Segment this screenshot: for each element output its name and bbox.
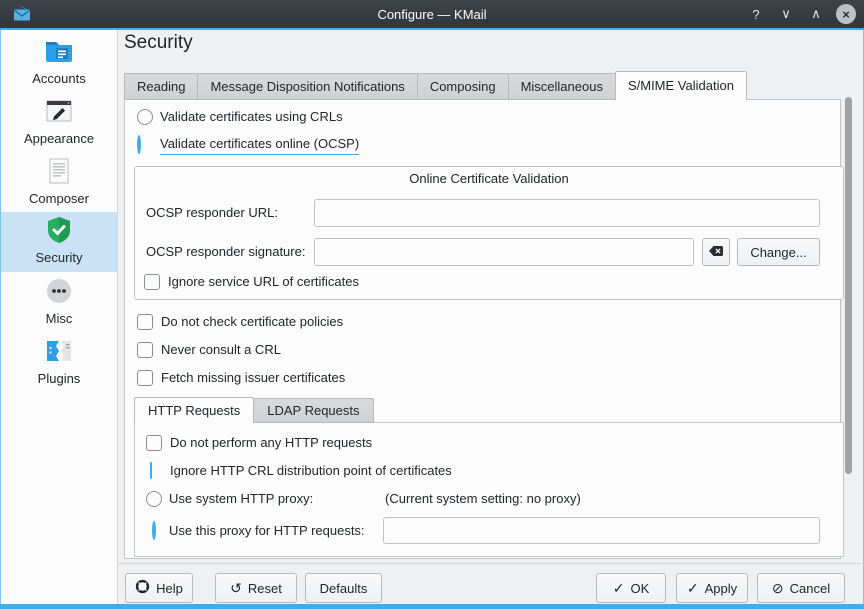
group-title: Online Certificate Validation (134, 171, 844, 187)
checkmark-icon: ✓ (613, 581, 625, 595)
defaults-button[interactable]: Defaults (305, 573, 382, 603)
ocsp-signature-label: OCSP responder signature: (146, 244, 305, 260)
check-policies-label[interactable]: Do not check certificate policies (161, 314, 343, 330)
tab-smime-validation[interactable]: S/MIME Validation (615, 71, 747, 100)
cancel-button-label: Cancel (790, 581, 830, 596)
footer-separator (118, 563, 864, 564)
validate-ocsp-radio[interactable] (137, 135, 141, 154)
composer-document-icon (43, 155, 75, 187)
fetch-issuer-checkbox[interactable] (137, 370, 153, 386)
no-http-requests-label[interactable]: Do not perform any HTTP requests (170, 435, 372, 451)
sidebar-item-accounts[interactable]: Accounts (1, 33, 117, 91)
appearance-icon (43, 95, 75, 127)
window-accent-border-bottom (0, 604, 864, 609)
reset-button-label: Reset (248, 581, 282, 596)
tab-reading[interactable]: Reading (124, 73, 198, 100)
requests-tabbar: HTTP Requests LDAP Requests (134, 397, 373, 423)
maximize-icon[interactable]: ∧ (806, 4, 826, 24)
ocsp-url-label: OCSP responder URL: (146, 205, 278, 221)
titlebar[interactable]: Configure — KMail ? ∨ ∧ × (0, 0, 864, 28)
misc-ellipsis-icon (43, 275, 75, 307)
cancel-circle-slash-icon: ⊘ (772, 581, 784, 595)
ocsp-url-input[interactable] (314, 199, 820, 227)
ignore-http-crl-dp-label[interactable]: Ignore HTTP CRL distribution point of ce… (170, 463, 452, 479)
apply-button-label: Apply (705, 581, 738, 596)
sidebar-item-label: Plugins (38, 371, 81, 386)
sidebar-item-label: Accounts (32, 71, 85, 86)
ignore-service-url-label[interactable]: Ignore service URL of certificates (168, 274, 359, 290)
check-policies-checkbox[interactable] (137, 314, 153, 330)
defaults-button-label: Defaults (320, 581, 368, 596)
sidebar-item-security[interactable]: Security (1, 212, 117, 272)
plugins-icon (43, 335, 75, 367)
ocsp-signature-input[interactable] (314, 238, 694, 266)
system-proxy-note: (Current system setting: no proxy) (385, 491, 581, 507)
sidebar-item-misc[interactable]: Misc (1, 273, 117, 331)
sidebar-item-label: Security (36, 250, 83, 265)
sidebar-item-label: Composer (29, 191, 89, 206)
system-proxy-radio[interactable] (146, 491, 162, 507)
tab-http-requests[interactable]: HTTP Requests (134, 397, 254, 423)
ignore-http-crl-dp-checkbox[interactable] (150, 462, 152, 479)
window-accent-border-top (0, 28, 864, 30)
sidebar-item-appearance[interactable]: Appearance (1, 93, 117, 151)
custom-proxy-input[interactable] (383, 517, 820, 544)
clear-signature-button[interactable] (702, 238, 730, 266)
custom-proxy-radio[interactable] (152, 521, 156, 540)
help-button[interactable]: Help (125, 573, 193, 603)
change-button-label: Change... (750, 245, 806, 260)
reset-button[interactable]: ↺ Reset (215, 573, 297, 603)
ok-button-label: OK (630, 581, 649, 596)
checkmark-icon: ✓ (687, 581, 699, 595)
sidebar-item-plugins[interactable]: Plugins (1, 333, 117, 391)
apply-button[interactable]: ✓ Apply (676, 573, 748, 603)
minimize-icon[interactable]: ∨ (776, 4, 796, 24)
validate-crls-label[interactable]: Validate certificates using CRLs (160, 109, 343, 125)
accounts-folder-icon (43, 35, 75, 67)
never-crl-checkbox[interactable] (137, 342, 153, 358)
no-http-requests-checkbox[interactable] (146, 435, 162, 451)
titlebar-controls: ? ∨ ∧ × (746, 0, 856, 28)
page-title: Security (124, 32, 193, 54)
help-button-label: Help (156, 581, 183, 596)
security-shield-icon (43, 214, 75, 246)
configure-dialog: Configure — KMail ? ∨ ∧ × Accounts Appea… (0, 0, 864, 609)
sidebar-item-label: Appearance (24, 131, 94, 146)
close-icon[interactable]: × (836, 4, 856, 24)
fetch-issuer-label[interactable]: Fetch missing issuer certificates (161, 370, 345, 386)
help-lifebuoy-icon (135, 579, 150, 597)
settings-tabbar: Reading Message Disposition Notification… (124, 71, 746, 100)
window-title: Configure — KMail (0, 7, 864, 22)
custom-proxy-label[interactable]: Use this proxy for HTTP requests: (169, 523, 365, 539)
validate-crls-radio[interactable] (137, 109, 153, 125)
undo-icon: ↺ (230, 581, 242, 595)
tab-composing[interactable]: Composing (417, 73, 509, 100)
ignore-service-url-checkbox[interactable] (144, 274, 160, 290)
cancel-button[interactable]: ⊘ Cancel (757, 573, 845, 603)
tab-miscellaneous[interactable]: Miscellaneous (508, 73, 616, 100)
tab-ldap-requests[interactable]: LDAP Requests (253, 398, 373, 423)
vertical-scrollbar-thumb[interactable] (845, 97, 852, 474)
sidebar-item-label: Misc (46, 311, 73, 326)
category-sidebar: Accounts Appearance Composer Security Mi… (1, 30, 118, 604)
backspace-clear-icon (708, 243, 724, 262)
sidebar-item-composer[interactable]: Composer (1, 153, 117, 211)
tab-mdn[interactable]: Message Disposition Notifications (197, 73, 417, 100)
ok-button[interactable]: ✓ OK (596, 573, 666, 603)
titlebar-help-icon[interactable]: ? (746, 4, 766, 24)
system-proxy-label[interactable]: Use system HTTP proxy: (169, 491, 313, 507)
change-signature-button[interactable]: Change... (737, 238, 820, 266)
never-crl-label[interactable]: Never consult a CRL (161, 342, 281, 358)
validate-ocsp-label[interactable]: Validate certificates online (OCSP) (160, 136, 359, 155)
